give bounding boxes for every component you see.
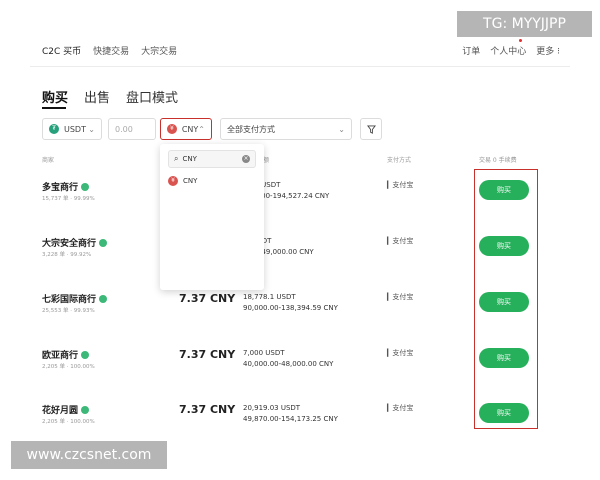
nav-c2c[interactable]: C2C 买币 <box>42 44 81 57</box>
chevron-down-icon: ⌄ <box>338 124 345 134</box>
cny-icon: ¥ <box>168 176 178 186</box>
price: 7.37 CNY <box>179 292 236 305</box>
price: 7.37 CNY <box>179 403 236 416</box>
payment-method: ▎支付宝 <box>387 181 414 189</box>
fiat-select[interactable]: ¥ CNY ⌃ <box>160 118 212 140</box>
watermark-top: TG: MYYJJPP <box>457 11 592 37</box>
amount-input[interactable]: 0.00 <box>108 118 156 140</box>
verified-icon <box>99 238 108 247</box>
merchant-name[interactable]: 多宝商行 <box>42 180 90 193</box>
merchant-name[interactable]: 欧亚商行 <box>42 348 90 361</box>
merchant-stats: 2,205 单 · 100.00% <box>42 364 95 370</box>
currency-search-value: CNY <box>182 155 197 163</box>
fiat-dropdown: ⌕ CNY × ¥ CNY <box>160 144 264 290</box>
merchant-name[interactable]: 花好月圆 <box>42 403 90 416</box>
payment-method: ▎支付宝 <box>387 237 414 245</box>
payment-method: ▎支付宝 <box>387 404 414 412</box>
dropdown-option-label: CNY <box>183 177 198 185</box>
merchant-stats: 3,228 单 · 99.92% <box>42 252 92 258</box>
verified-icon <box>81 405 90 414</box>
verified-icon <box>81 182 90 191</box>
buy-column-highlight <box>474 169 538 429</box>
header-payment: 支付方式 <box>387 157 412 164</box>
merchant-stats: 25,553 单 · 99.93% <box>42 308 95 314</box>
chevron-up-icon: ⌃ <box>198 124 205 134</box>
filter-button[interactable] <box>360 118 382 140</box>
verified-icon <box>99 294 108 303</box>
merchant-stats: 2,205 单 · 100.00% <box>42 419 95 425</box>
amount-placeholder: 0.00 <box>115 124 133 134</box>
merchant-stats: 15,737 单 · 99.99% <box>42 196 95 202</box>
search-icon: ⌕ <box>174 154 179 163</box>
notification-dot <box>519 39 522 42</box>
payment-method-select[interactable]: 全部支付方式 ⌄ <box>220 118 352 140</box>
divider <box>30 66 570 67</box>
trade-tabs: 购买 出售 盘口模式 <box>42 87 178 106</box>
dropdown-option-cny[interactable]: ¥ CNY <box>168 176 197 186</box>
coin-select-value: USDT <box>64 124 86 134</box>
top-navigation: C2C 买币 快捷交易 大宗交易 订单 个人中心 更多 ⁝ <box>42 39 560 62</box>
merchant-name[interactable]: 大宗安全商行 <box>42 236 108 249</box>
active-tab-indicator <box>42 107 66 109</box>
payment-method-value: 全部支付方式 <box>227 124 275 134</box>
fiat-select-value: CNY <box>181 124 199 134</box>
nav-personal-center[interactable]: 个人中心 <box>490 44 526 57</box>
merchant-name[interactable]: 七彩国际商行 <box>42 292 108 305</box>
availability: 7,000 USDT 40,000.00-48,000.00 CNY <box>243 349 334 368</box>
availability: 20,919.03 USDT 49,870.00-154,173.25 CNY <box>243 404 338 423</box>
verified-icon <box>81 350 90 359</box>
payment-method: ▎支付宝 <box>387 349 414 357</box>
availability: 18,778.1 USDT 90,000.00-138,394.59 CNY <box>243 293 338 312</box>
cny-icon: ¥ <box>167 124 177 134</box>
nav-orders[interactable]: 订单 <box>462 44 480 57</box>
clear-icon[interactable]: × <box>242 155 250 163</box>
chevron-down-icon: ⌄ <box>88 124 95 134</box>
nav-quick-trade[interactable]: 快捷交易 <box>93 44 129 57</box>
nav-bulk-trade[interactable]: 大宗交易 <box>141 44 177 57</box>
tab-buy[interactable]: 购买 <box>42 87 68 106</box>
header-action: 交易 0 手续费 <box>479 157 517 164</box>
filter-icon <box>366 124 376 134</box>
price: 7.37 CNY <box>179 348 236 361</box>
header-merchant: 商家 <box>42 157 55 164</box>
usdt-icon: ₮ <box>49 124 59 134</box>
tab-sell[interactable]: 出售 <box>84 87 110 106</box>
watermark-bottom: www.czcsnet.com <box>11 441 167 469</box>
coin-select[interactable]: ₮ USDT ⌄ <box>42 118 102 140</box>
payment-method: ▎支付宝 <box>387 293 414 301</box>
currency-search-input[interactable]: ⌕ CNY × <box>168 150 256 168</box>
nav-more[interactable]: 更多 ⁝ <box>536 44 560 57</box>
tab-orderbook-mode[interactable]: 盘口模式 <box>126 87 178 106</box>
